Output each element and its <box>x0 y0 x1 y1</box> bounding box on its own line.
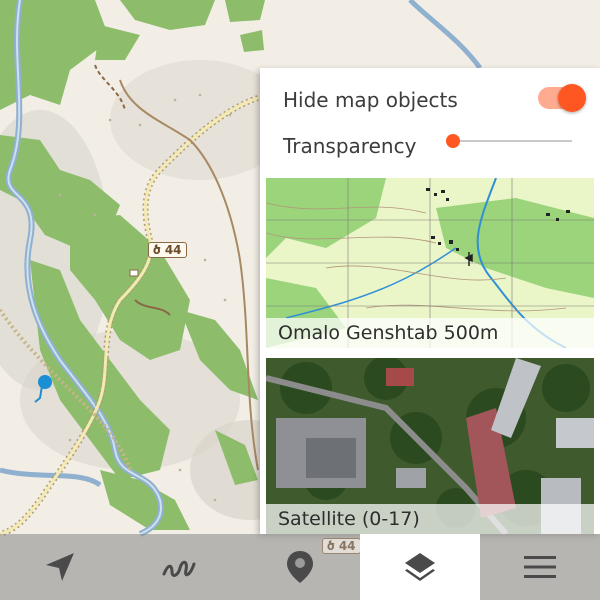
layers-button[interactable] <box>360 534 480 600</box>
hide-objects-label: Hide map objects <box>283 88 458 112</box>
points-button[interactable] <box>240 534 360 600</box>
layers-panel: Hide map objects Transparency Omalo Gens… <box>260 68 600 534</box>
transparency-label: Transparency <box>283 134 417 158</box>
tracks-button[interactable] <box>120 534 240 600</box>
layers-icon <box>405 553 435 581</box>
menu-button[interactable] <box>480 534 600 600</box>
location-pin-icon <box>287 551 313 583</box>
layer-card-omalo-genshtab[interactable]: Omalo Genshtab 500m <box>266 178 594 348</box>
transparency-slider-thumb[interactable] <box>446 134 460 148</box>
navigation-arrow-icon <box>46 553 74 581</box>
menu-icon <box>524 556 556 578</box>
transparency-slider-track[interactable] <box>454 140 572 142</box>
track-icon <box>162 560 196 577</box>
bottom-navigation-bar: ծ 44 <box>0 534 600 600</box>
layer-card-satellite[interactable]: Satellite (0-17) <box>266 358 594 534</box>
road-number-badge: ծ 44 <box>148 242 187 258</box>
navigate-button[interactable] <box>0 534 120 600</box>
layer-title: Omalo Genshtab 500m <box>266 318 594 348</box>
toggle-thumb[interactable] <box>558 84 586 112</box>
layer-title: Satellite (0-17) <box>266 504 594 534</box>
